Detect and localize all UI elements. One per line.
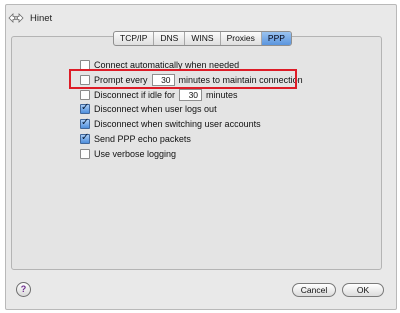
option-disconnect-switch[interactable]: Disconnect when switching user accounts (80, 117, 261, 129)
settings-tabs: TCP/IP DNS WINS Proxies PPP (113, 31, 292, 46)
disconnect-logout-checkbox[interactable] (80, 102, 90, 114)
ok-button[interactable]: OK (342, 283, 384, 297)
window-header: Hinet (8, 10, 52, 26)
verbose-logging-label: Use verbose logging (94, 149, 177, 159)
tab-proxies[interactable]: Proxies (221, 32, 262, 45)
option-send-echo[interactable]: Send PPP echo packets (80, 132, 191, 144)
tab-wins[interactable]: WINS (185, 32, 221, 45)
network-arrows-icon (8, 13, 24, 23)
disconnect-logout-label: Disconnect when user logs out (94, 104, 217, 114)
option-disconnect-idle[interactable]: Disconnect if idle for 30 minutes (80, 89, 238, 101)
disconnect-idle-checkbox[interactable] (80, 90, 90, 100)
tab-dns[interactable]: DNS (154, 32, 186, 45)
disconnect-idle-suffix: minutes (206, 90, 238, 100)
tab-ppp[interactable]: PPP (261, 32, 291, 45)
disconnect-switch-checkbox[interactable] (80, 117, 90, 129)
disconnect-idle-label: Disconnect if idle for (94, 90, 176, 100)
highlight-box (69, 69, 297, 89)
send-echo-checkbox[interactable] (80, 132, 90, 144)
verbose-logging-checkbox[interactable] (80, 149, 90, 159)
option-verbose-logging[interactable]: Use verbose logging (80, 149, 176, 159)
disconnect-switch-label: Disconnect when switching user accounts (94, 119, 261, 129)
window-title: Hinet (30, 12, 53, 24)
tab-tcpip[interactable]: TCP/IP (114, 32, 155, 45)
option-disconnect-logout[interactable]: Disconnect when user logs out (80, 102, 217, 114)
help-button[interactable]: ? (16, 282, 31, 297)
idle-minutes-field[interactable]: 30 (179, 89, 203, 101)
cancel-button[interactable]: Cancel (292, 283, 336, 297)
send-echo-label: Send PPP echo packets (94, 134, 191, 144)
